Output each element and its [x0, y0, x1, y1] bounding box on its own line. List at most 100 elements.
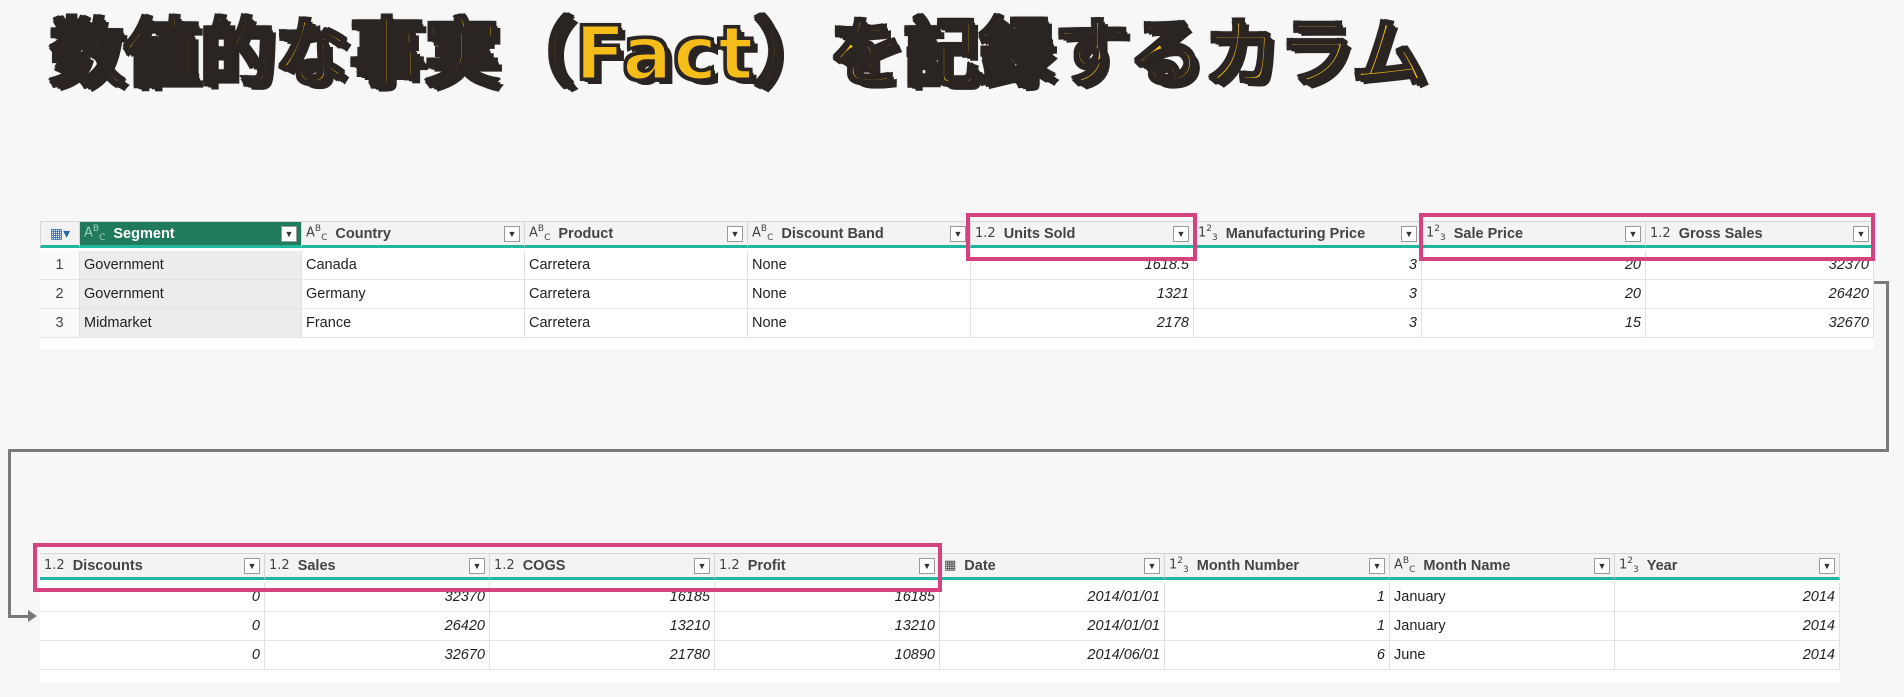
cell-profit[interactable]: 10890 — [715, 641, 940, 670]
filter-dropdown-icon[interactable]: ▼ — [1594, 558, 1610, 574]
filter-dropdown-icon[interactable]: ▼ — [694, 558, 710, 574]
cell-month-number[interactable]: 1 — [1165, 612, 1390, 641]
filter-dropdown-icon[interactable]: ▼ — [727, 226, 743, 242]
row-number[interactable]: 1 — [40, 251, 80, 280]
cell-cogs[interactable]: 16185 — [490, 583, 715, 612]
table-menu-button[interactable]: ▦▾ — [40, 221, 80, 248]
cell-gross-sales[interactable]: 26420 — [1646, 280, 1874, 309]
cell-sales[interactable]: 32370 — [265, 583, 490, 612]
type-1-2-icon[interactable]: 1.2 — [494, 558, 515, 573]
column-header-sales[interactable]: 1.2 Sales ▼ — [265, 553, 490, 580]
type-123-icon[interactable]: 123 — [1426, 224, 1446, 243]
cell-profit[interactable]: 13210 — [715, 612, 940, 641]
cell-discounts[interactable]: 0 — [40, 641, 265, 670]
filter-dropdown-icon[interactable]: ▼ — [919, 558, 935, 574]
cell-cogs[interactable]: 21780 — [490, 641, 715, 670]
cell-year[interactable]: 2014 — [1615, 641, 1840, 670]
type-123-icon[interactable]: 123 — [1198, 224, 1218, 243]
type-1-2-icon[interactable]: 1.2 — [975, 226, 996, 241]
column-header-units-sold[interactable]: 1.2 Units Sold ▼ — [971, 221, 1194, 248]
column-header-year[interactable]: 123 Year ▼ — [1615, 553, 1840, 580]
filter-dropdown-icon[interactable]: ▼ — [1625, 226, 1641, 242]
cell-year[interactable]: 2014 — [1615, 612, 1840, 641]
cell-year[interactable]: 2014 — [1615, 583, 1840, 612]
column-header-segment[interactable]: ABC Segment ▼ — [80, 221, 302, 248]
cell-date[interactable]: 2014/01/01 — [940, 583, 1165, 612]
cell-profit[interactable]: 16185 — [715, 583, 940, 612]
column-header-date[interactable]: ▦ Date ▼ — [940, 553, 1165, 580]
type-1-2-icon[interactable]: 1.2 — [269, 558, 290, 573]
type-abc-icon[interactable]: ABC — [529, 224, 550, 243]
cell-sales[interactable]: 26420 — [265, 612, 490, 641]
column-header-discounts[interactable]: 1.2 Discounts ▼ — [40, 553, 265, 580]
cell-country[interactable]: France — [302, 309, 525, 338]
cell-manufacturing-price[interactable]: 3 — [1194, 309, 1422, 338]
cell-country[interactable]: Germany — [302, 280, 525, 309]
cell-sales[interactable]: 32670 — [265, 641, 490, 670]
cell-discounts[interactable]: 0 — [40, 583, 265, 612]
cell-month-number[interactable]: 1 — [1165, 583, 1390, 612]
type-1-2-icon[interactable]: 1.2 — [1650, 226, 1671, 241]
cell-units-sold[interactable]: 2178 — [971, 309, 1194, 338]
column-header-gross-sales[interactable]: 1.2 Gross Sales ▼ — [1646, 221, 1874, 248]
cell-month-name[interactable]: January — [1390, 583, 1615, 612]
filter-dropdown-icon[interactable]: ▼ — [1401, 226, 1417, 242]
cell-date[interactable]: 2014/01/01 — [940, 612, 1165, 641]
type-abc-icon[interactable]: ABC — [306, 224, 327, 243]
type-abc-icon[interactable]: ABC — [752, 224, 773, 243]
filter-dropdown-icon[interactable]: ▼ — [1819, 558, 1835, 574]
row-number[interactable]: 3 — [40, 309, 80, 338]
cell-sale-price[interactable]: 20 — [1422, 251, 1646, 280]
column-header-manufacturing-price[interactable]: 123 Manufacturing Price ▼ — [1194, 221, 1422, 248]
cell-product[interactable]: Carretera — [525, 251, 748, 280]
column-header-discount-band[interactable]: ABC Discount Band ▼ — [748, 221, 971, 248]
cell-discounts[interactable]: 0 — [40, 612, 265, 641]
type-abc-icon[interactable]: ABC — [1394, 556, 1415, 575]
cell-gross-sales[interactable]: 32670 — [1646, 309, 1874, 338]
cell-month-name[interactable]: June — [1390, 641, 1615, 670]
cell-gross-sales[interactable]: 32370 — [1646, 251, 1874, 280]
column-header-profit[interactable]: 1.2 Profit ▼ — [715, 553, 940, 580]
cell-sale-price[interactable]: 20 — [1422, 280, 1646, 309]
row-number[interactable]: 2 — [40, 280, 80, 309]
calendar-icon[interactable]: ▦ — [944, 558, 956, 573]
cell-units-sold[interactable]: 1618.5 — [971, 251, 1194, 280]
cell-discount-band[interactable]: None — [748, 280, 971, 309]
cell-date[interactable]: 2014/06/01 — [940, 641, 1165, 670]
filter-dropdown-icon[interactable]: ▼ — [950, 226, 966, 242]
column-header-product[interactable]: ABC Product ▼ — [525, 221, 748, 248]
cell-country[interactable]: Canada — [302, 251, 525, 280]
filter-dropdown-icon[interactable]: ▼ — [281, 226, 297, 242]
type-1-2-icon[interactable]: 1.2 — [719, 558, 740, 573]
filter-dropdown-icon[interactable]: ▼ — [504, 226, 520, 242]
cell-cogs[interactable]: 13210 — [490, 612, 715, 641]
cell-discount-band[interactable]: None — [748, 309, 971, 338]
type-123-icon[interactable]: 123 — [1619, 556, 1639, 575]
filter-dropdown-icon[interactable]: ▼ — [1369, 558, 1385, 574]
filter-dropdown-icon[interactable]: ▼ — [469, 558, 485, 574]
cell-segment[interactable]: Government — [80, 280, 302, 309]
type-1-2-icon[interactable]: 1.2 — [44, 558, 65, 573]
cell-segment[interactable]: Government — [80, 251, 302, 280]
column-header-country[interactable]: ABC Country ▼ — [302, 221, 525, 248]
filter-dropdown-icon[interactable]: ▼ — [1144, 558, 1160, 574]
type-abc-icon[interactable]: ABC — [84, 224, 105, 243]
column-header-sale-price[interactable]: 123 Sale Price ▼ — [1422, 221, 1646, 248]
cell-sale-price[interactable]: 15 — [1422, 309, 1646, 338]
filter-dropdown-icon[interactable]: ▼ — [1173, 226, 1189, 242]
cell-units-sold[interactable]: 1321 — [971, 280, 1194, 309]
column-header-cogs[interactable]: 1.2 COGS ▼ — [490, 553, 715, 580]
filter-dropdown-icon[interactable]: ▼ — [244, 558, 260, 574]
cell-segment[interactable]: Midmarket — [80, 309, 302, 338]
cell-month-name[interactable]: January — [1390, 612, 1615, 641]
type-123-icon[interactable]: 123 — [1169, 556, 1189, 575]
cell-manufacturing-price[interactable]: 3 — [1194, 280, 1422, 309]
filter-dropdown-icon[interactable]: ▼ — [1853, 226, 1869, 242]
cell-manufacturing-price[interactable]: 3 — [1194, 251, 1422, 280]
column-header-month-name[interactable]: ABC Month Name ▼ — [1390, 553, 1615, 580]
cell-discount-band[interactable]: None — [748, 251, 971, 280]
column-header-month-number[interactable]: 123 Month Number ▼ — [1165, 553, 1390, 580]
cell-month-number[interactable]: 6 — [1165, 641, 1390, 670]
cell-product[interactable]: Carretera — [525, 309, 748, 338]
cell-product[interactable]: Carretera — [525, 280, 748, 309]
